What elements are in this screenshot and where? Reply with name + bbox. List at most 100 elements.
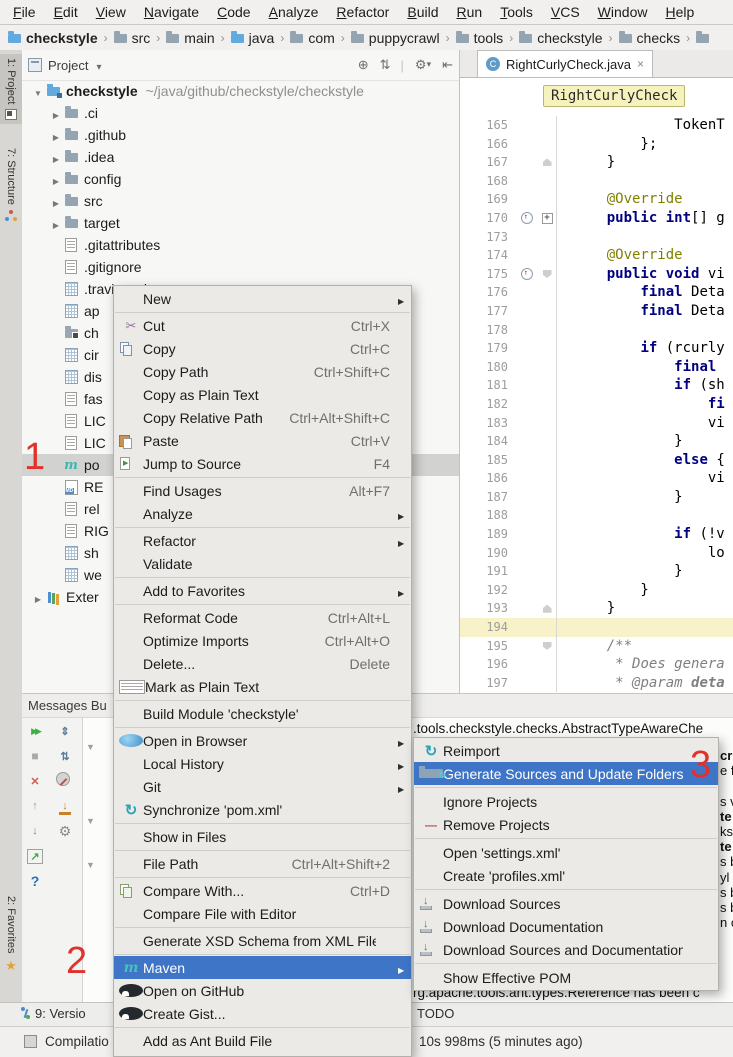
line-number[interactable]: 194	[460, 618, 516, 637]
menu-item-reformat-code[interactable]: Reformat CodeCtrl+Alt+L	[114, 606, 411, 629]
menu-item-jump-to-source[interactable]: Jump to SourceF4	[114, 452, 411, 475]
line-number[interactable]: 174	[460, 246, 516, 265]
line-number[interactable]: 169	[460, 190, 516, 209]
line-number[interactable]: 184	[460, 432, 516, 451]
code-line-166[interactable]: 166 };	[460, 135, 733, 154]
menu-item-refactor[interactable]: Refactor	[114, 529, 411, 552]
tree-closed-arrow-icon[interactable]	[48, 149, 64, 165]
line-number[interactable]: 188	[460, 506, 516, 525]
line-number[interactable]: 170	[460, 209, 516, 228]
menu-item-build-module-checkstyle[interactable]: Build Module 'checkstyle'	[114, 702, 411, 725]
toolstrip-tab-project[interactable]: 1: Project	[0, 54, 22, 124]
fold-expand-icon[interactable]	[542, 213, 553, 224]
breadcrumb-item-java[interactable]: java	[231, 30, 275, 46]
line-number[interactable]: 193	[460, 599, 516, 618]
import-button[interactable]	[56, 797, 74, 815]
code-line-173[interactable]: 173	[460, 228, 733, 247]
menu-item-reimport[interactable]: Reimport	[414, 739, 718, 762]
tree-closed-arrow-icon[interactable]	[48, 105, 64, 121]
line-number[interactable]: 167	[460, 153, 516, 172]
code-line-191[interactable]: 191 }	[460, 562, 733, 581]
tree-expander-icon[interactable]: ▼	[86, 816, 95, 826]
collapse-button[interactable]	[56, 747, 74, 765]
tree-closed-arrow-icon[interactable]	[48, 171, 64, 187]
code-line-167[interactable]: 167 }	[460, 153, 733, 172]
close-button[interactable]	[26, 772, 44, 790]
menubar-item-tools[interactable]: Tools	[491, 4, 542, 20]
tree-item-checkstyle[interactable]: checkstyle~/java/github/checkstyle/check…	[22, 80, 459, 102]
editor[interactable]: RightCurlyCheck.java RightCurlyCheck 165…	[460, 50, 733, 693]
line-number[interactable]: 196	[460, 655, 516, 674]
menu-item-generate-xsd-schema-from-xml-file[interactable]: Generate XSD Schema from XML File...	[114, 929, 411, 952]
tree-open-arrow-icon[interactable]	[30, 83, 46, 99]
code-line-192[interactable]: 192 }	[460, 581, 733, 600]
code-line-176[interactable]: 176 final Deta	[460, 283, 733, 302]
collapse-all-icon[interactable]	[380, 57, 391, 73]
menu-item-synchronize-pom-xml[interactable]: Synchronize 'pom.xml'	[114, 798, 411, 821]
breadcrumb-item-main[interactable]: main	[166, 30, 214, 46]
code-line-187[interactable]: 187 }	[460, 488, 733, 507]
menu-item-add-as-ant-build-file[interactable]: Add as Ant Build File	[114, 1029, 411, 1052]
menu-item-create-gist[interactable]: Create Gist...	[114, 1002, 411, 1025]
menu-item-download-sources[interactable]: Download Sources	[414, 892, 718, 915]
breadcrumb-item-tools[interactable]: tools	[456, 30, 504, 46]
code-line-196[interactable]: 196 * Does genera	[460, 655, 733, 674]
menu-item-compare-with[interactable]: Compare With...Ctrl+D	[114, 879, 411, 902]
menu-item-open-on-github[interactable]: Open on GitHub	[114, 979, 411, 1002]
tree-closed-arrow-icon[interactable]	[48, 215, 64, 231]
tree-item-github[interactable]: .github	[22, 124, 459, 146]
line-number[interactable]: 191	[460, 562, 516, 581]
menubar-item-view[interactable]: View	[87, 4, 135, 20]
rerun-button[interactable]	[26, 722, 44, 740]
fold-collapse-down-icon[interactable]	[543, 642, 552, 650]
code-line-182[interactable]: 182 fi	[460, 395, 733, 414]
tree-item-config[interactable]: config	[22, 168, 459, 190]
code-line-195[interactable]: 195 /**	[460, 637, 733, 656]
toolstrip-tab-favorites[interactable]: 2: Favorites	[0, 896, 22, 974]
expand-button[interactable]	[56, 722, 74, 740]
editor-tab[interactable]: RightCurlyCheck.java	[477, 50, 653, 77]
menu-item-copy-path[interactable]: Copy PathCtrl+Shift+C	[114, 360, 411, 383]
menu-item-open-settings-xml[interactable]: Open 'settings.xml'	[414, 841, 718, 864]
fold-collapse-down-icon[interactable]	[543, 270, 552, 278]
export-button[interactable]	[26, 847, 44, 865]
breadcrumb-item-checkstyle[interactable]: checkstyle	[519, 30, 602, 46]
code-line-177[interactable]: 177 final Deta	[460, 302, 733, 321]
tree-item-gitignore[interactable]: .gitignore	[22, 256, 459, 278]
line-number[interactable]: 185	[460, 451, 516, 470]
breadcrumb-item-checks[interactable]: checks	[619, 30, 681, 46]
line-number[interactable]: 176	[460, 283, 516, 302]
tree-closed-arrow-icon[interactable]	[30, 589, 46, 605]
line-number[interactable]: 166	[460, 135, 516, 154]
tree-expander-icon[interactable]: ▼	[86, 860, 95, 870]
settings-button[interactable]	[56, 822, 74, 840]
line-number[interactable]: 178	[460, 321, 516, 340]
line-number[interactable]: 190	[460, 544, 516, 563]
menu-item-file-path[interactable]: File PathCtrl+Alt+Shift+2	[114, 852, 411, 875]
breadcrumb-item-puppycrawl[interactable]: puppycrawl	[351, 30, 440, 46]
breadcrumb-item-clipped[interactable]	[696, 34, 709, 43]
menu-item-open-in-browser[interactable]: Open in Browser	[114, 729, 411, 752]
menu-item-download-documentation[interactable]: Download Documentation	[414, 915, 718, 938]
fold-collapse-up-icon[interactable]	[543, 605, 552, 613]
menubar-item-build[interactable]: Build	[398, 4, 447, 20]
line-number[interactable]: 189	[460, 525, 516, 544]
line-number[interactable]: 192	[460, 581, 516, 600]
menu-item-git[interactable]: Git	[114, 775, 411, 798]
code-line-180[interactable]: 180 final	[460, 358, 733, 377]
locate-icon[interactable]	[358, 57, 369, 73]
line-number[interactable]: 180	[460, 358, 516, 377]
fold-collapse-up-icon[interactable]	[543, 158, 552, 166]
line-number[interactable]: 182	[460, 395, 516, 414]
breadcrumb-item-src[interactable]: src	[114, 30, 151, 46]
line-number[interactable]: 183	[460, 414, 516, 433]
tree-item-idea[interactable]: .idea	[22, 146, 459, 168]
menu-item-validate[interactable]: Validate	[114, 552, 411, 575]
line-number[interactable]: 179	[460, 339, 516, 358]
breadcrumb-item-checkstyle[interactable]: checkstyle	[8, 30, 98, 46]
code-line-174[interactable]: 174 @Override	[460, 246, 733, 265]
menu-item-find-usages[interactable]: Find UsagesAlt+F7	[114, 479, 411, 502]
line-number[interactable]: 165	[460, 116, 516, 135]
code-line-189[interactable]: 189 if (!v	[460, 525, 733, 544]
settings-gear-icon[interactable]	[415, 57, 431, 73]
